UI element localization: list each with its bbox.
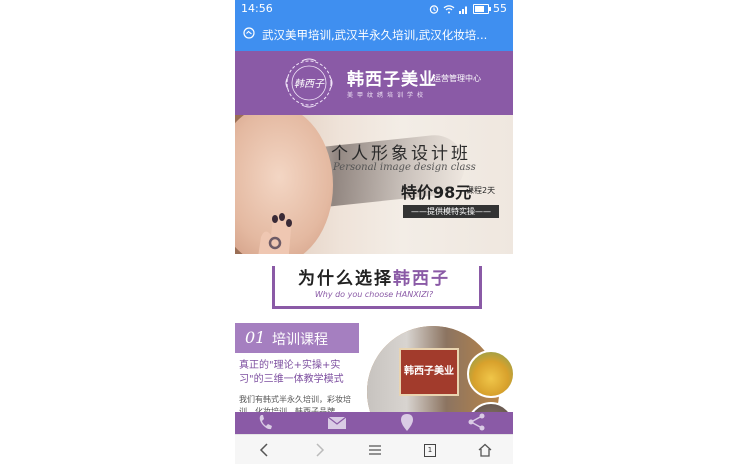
brand-subtitle: 美甲纹绣培训学校	[347, 92, 428, 99]
site-info-icon[interactable]	[243, 27, 255, 39]
share-icon[interactable]	[465, 412, 489, 432]
status-bar: 14:56 55	[235, 0, 513, 18]
back-icon	[259, 443, 268, 457]
signal-icon	[459, 6, 467, 14]
location-icon[interactable]	[395, 412, 419, 432]
phone-screen: 14:56 55 武汉美甲培训,武汉半永久培训,武汉化妆培... 韩西子 韩西子…	[235, 0, 513, 464]
brand-logo-icon: 韩西子	[285, 58, 333, 108]
page-title[interactable]: 武汉美甲培训,武汉半永久培训,武汉化妆培...	[262, 27, 506, 43]
banner-course-title: 个人形象设计班	[331, 144, 471, 164]
phone-call-icon[interactable]	[255, 412, 279, 432]
alarm-icon	[429, 4, 439, 14]
battery-icon	[473, 3, 491, 14]
banner-model-practice: ——提供模特实操——	[403, 205, 499, 218]
training-inset-photo	[467, 350, 513, 398]
banner-english-title: Personal image design class	[333, 162, 476, 173]
training-tab-label: 01 培训课程	[235, 323, 359, 353]
banner-hand-image	[258, 213, 292, 254]
why-choose-section: 为什么选择韩西子 Why do you choose HANXIZI?	[235, 254, 513, 320]
training-headline: 真正的"理论+实操+实习"的三维一体教学模式	[239, 360, 344, 385]
why-title-highlight: 韩西子	[393, 269, 450, 289]
status-time: 14:56	[241, 2, 273, 15]
message-icon[interactable]	[325, 412, 349, 432]
why-title-prefix: 为什么选择	[298, 269, 393, 289]
battery-level: 55	[493, 2, 507, 15]
menu-icon	[369, 445, 381, 455]
brand-header: 韩西子 韩西子美业 运营管理中心 美甲纹绣培训学校	[235, 51, 513, 115]
banner-days: 课程2天	[466, 186, 496, 195]
course-banner[interactable]: 个人形象设计班 Personal image design class 特价98…	[235, 115, 513, 254]
training-photo-sign: 韩西子美业	[399, 348, 459, 396]
home-button[interactable]	[470, 440, 500, 460]
menu-button[interactable]	[360, 440, 390, 460]
back-button[interactable]	[249, 440, 279, 460]
home-icon	[478, 443, 492, 457]
status-icons: 55	[429, 2, 507, 15]
wifi-icon	[443, 4, 455, 13]
banner-price: 特价98元	[401, 183, 472, 202]
why-title: 为什么选择韩西子	[235, 264, 513, 289]
browser-url-bar[interactable]: 武汉美甲培训,武汉半永久培训,武汉化妆培...	[235, 18, 513, 51]
floating-contact-bar	[235, 412, 513, 434]
forward-button[interactable]	[305, 440, 335, 460]
tabs-button[interactable]: 1	[415, 440, 445, 460]
browser-bottom-nav: 1	[235, 434, 513, 464]
tab-count: 1	[424, 443, 436, 457]
brand-name: 韩西子美业	[347, 70, 437, 90]
forward-icon	[316, 443, 325, 457]
training-label: 培训课程	[272, 332, 328, 348]
svg-text:韩西子: 韩西子	[294, 78, 325, 90]
training-number: 01	[245, 328, 266, 347]
why-english: Why do you choose HANXIZI?	[314, 290, 434, 299]
brand-management: 运营管理中心	[433, 74, 481, 83]
